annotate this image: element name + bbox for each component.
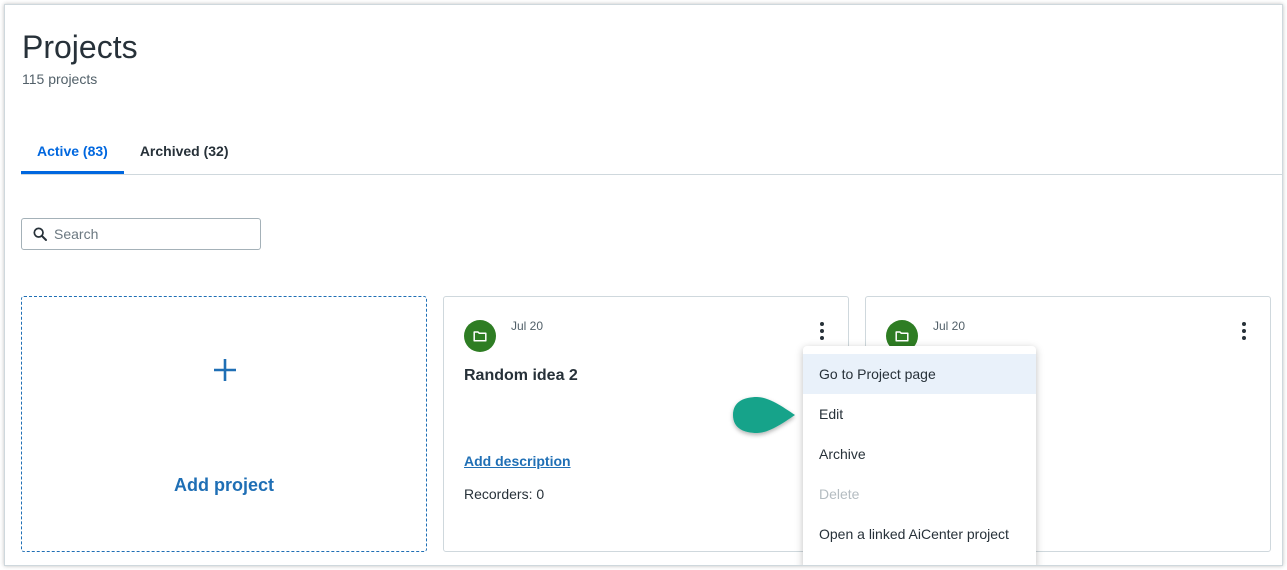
project-date: Jul 20 [511,319,544,333]
pointer-arrow-icon [733,397,795,433]
menu-item-delete: Delete [819,486,860,502]
project-name[interactable]: Random idea 2 [464,367,578,385]
tab-divider [21,174,1282,175]
recorders-count: Recorders: 0 [464,486,545,502]
search-box[interactable] [21,218,261,250]
more-options-icon[interactable] [1234,321,1254,341]
context-menu: Go to Project page Edit Archive Delete O… [803,346,1036,565]
page-title: Projects [22,29,138,65]
tab-archived[interactable]: Archived (32) [124,131,245,174]
tab-active[interactable]: Active (83) [21,131,124,174]
more-options-icon[interactable] [812,321,832,341]
add-project-card[interactable]: Add project [21,296,427,552]
add-project-label: Add project [173,475,274,495]
menu-item-go-to-project[interactable]: Go to Project page [803,354,1036,394]
project-date: Jul 20 [933,319,966,333]
search-icon [33,227,47,241]
menu-item-edit[interactable]: Edit [803,394,1036,434]
project-count: 115 projects [22,71,98,87]
projects-page: Projects 115 projects Active (83) Archiv… [4,4,1283,566]
menu-item-archive[interactable]: Archive [803,434,1036,474]
menu-item-open-aicenter[interactable]: Open a linked AiCenter project [803,514,1036,554]
tab-bar: Active (83) Archived (32) [21,131,245,174]
folder-icon [464,320,496,352]
add-description-link[interactable]: Add description [464,453,571,469]
search-input[interactable] [52,225,246,243]
plus-icon [214,359,236,381]
